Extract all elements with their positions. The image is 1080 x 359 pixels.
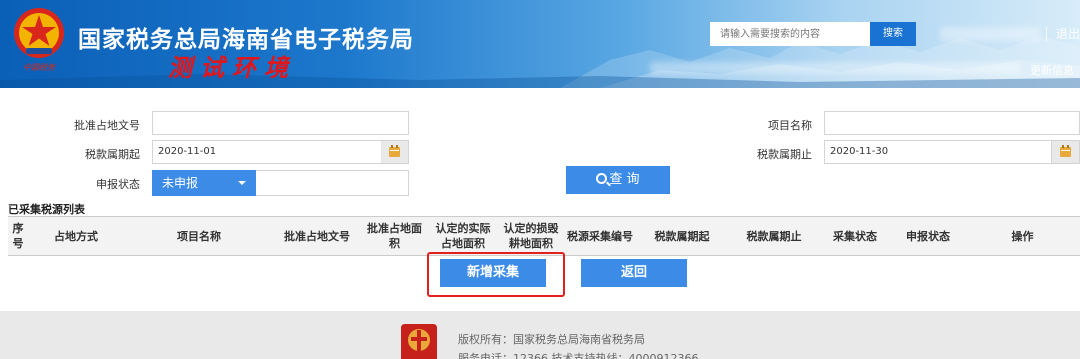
emblem-caption: 中国税务 <box>23 63 55 72</box>
calendar-icon <box>389 145 400 157</box>
update-info-link[interactable]: 更新信息 <box>1030 62 1074 78</box>
redacted-user-info <box>940 27 1040 41</box>
header-divider <box>1046 27 1047 41</box>
logout-link[interactable]: 退出 <box>1056 25 1080 42</box>
tax-source-table: 序号 占地方式 项目名称 批准占地文号 批准占地面积 认定的实际占地面积 认定的… <box>8 216 1080 256</box>
table-header-row: 序号 占地方式 项目名称 批准占地文号 批准占地面积 认定的实际占地面积 认定的… <box>8 217 1080 256</box>
tax-emblem-icon <box>14 8 64 58</box>
tax-period-end-label: 税款属期止 <box>757 148 812 161</box>
tax-logo-icon <box>401 324 437 359</box>
site-header: 中国税务 国家税务总局海南省电子税务局 测试环境 搜索 退出 更新信息 <box>0 0 1080 88</box>
test-environment-badge: 测试环境 <box>168 53 296 82</box>
add-collection-button[interactable]: 新增采集 <box>440 259 546 287</box>
declare-status-select[interactable]: 未申报 <box>152 170 256 196</box>
query-button[interactable]: 查 询 <box>566 166 670 194</box>
column-header: 税款属期止 <box>746 229 802 243</box>
search-button[interactable]: 搜索 <box>870 22 916 46</box>
tax-period-end-input[interactable]: 2020-11-30 <box>824 140 1052 164</box>
back-button[interactable]: 返回 <box>581 259 687 287</box>
column-header: 税款属期起 <box>654 229 710 243</box>
calendar-icon <box>1060 145 1071 157</box>
column-header: 项目名称 <box>177 229 221 243</box>
column-header: 批准占地面积 <box>367 222 422 250</box>
search-input[interactable] <box>710 22 870 46</box>
approval-doc-input[interactable] <box>152 111 409 135</box>
column-header: 采集状态 <box>833 229 877 243</box>
site-footer: 版权所有：国家税务总局海南省税务局 服务电话：12366 技术支持热线：4000… <box>0 311 1080 359</box>
declare-status-extra-field <box>256 170 409 196</box>
column-header: 认定的实际占地面积 <box>435 222 491 250</box>
declare-status-value: 未申报 <box>162 176 199 190</box>
query-button-label: 查 询 <box>609 172 640 187</box>
column-header: 占地方式 <box>54 229 98 243</box>
project-name-input[interactable] <box>824 111 1080 135</box>
tax-period-start-input[interactable]: 2020-11-01 <box>152 140 382 164</box>
column-header: 序号 <box>12 222 24 250</box>
approval-doc-label: 批准占地文号 <box>74 119 140 132</box>
column-header: 申报状态 <box>906 229 950 243</box>
caret-down-icon <box>238 181 246 185</box>
search-icon <box>596 173 608 184</box>
declare-status-label: 申报状态 <box>96 178 140 191</box>
section-title: 已采集税源列表 <box>8 203 85 216</box>
calendar-start-button[interactable] <box>381 140 409 164</box>
tax-period-start-label: 税款属期起 <box>85 148 140 161</box>
footer-service-line: 服务电话：12366 技术支持热线：4000912366 <box>458 352 699 359</box>
redacted-taxpayer-info <box>650 62 1020 74</box>
column-header: 认定的损毁耕地面积 <box>503 222 559 250</box>
project-name-label: 项目名称 <box>768 119 812 132</box>
calendar-end-button[interactable] <box>1052 140 1080 164</box>
footer-copyright: 版权所有：国家税务总局海南省税务局 <box>458 333 645 346</box>
column-header: 批准占地文号 <box>284 229 350 243</box>
column-header: 税源采集编号 <box>567 229 633 243</box>
column-header: 操作 <box>1011 229 1034 243</box>
